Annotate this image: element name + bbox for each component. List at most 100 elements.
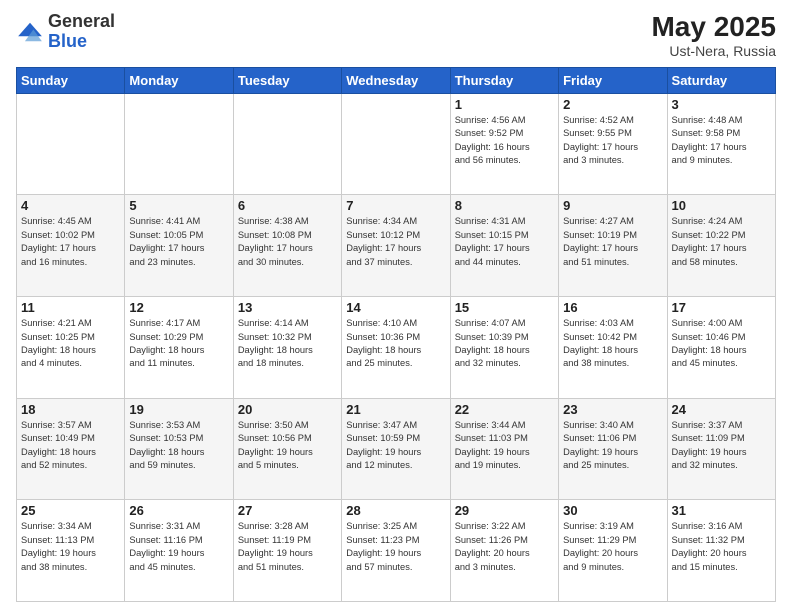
day-number: 17 [672, 300, 771, 315]
day-cell: 7 Sunrise: 4:34 AMSunset: 10:12 PMDayligh… [342, 195, 450, 297]
header-row: SundayMondayTuesdayWednesdayThursdayFrid… [17, 67, 776, 93]
col-header-wednesday: Wednesday [342, 67, 450, 93]
day-info: Sunrise: 4:27 AMSunset: 10:19 PMDaylight… [563, 215, 662, 269]
col-header-thursday: Thursday [450, 67, 558, 93]
day-cell: 2 Sunrise: 4:52 AMSunset: 9:55 PMDaylight… [559, 93, 667, 195]
week-row-4: 18 Sunrise: 3:57 AMSunset: 10:49 PMDaylig… [17, 398, 776, 500]
day-info: Sunrise: 3:34 AMSunset: 11:13 PMDaylight… [21, 520, 120, 574]
day-cell: 17Sunrise: 4:00 AMSunset: 10:46 PMDaylig… [667, 297, 775, 399]
title-month: May 2025 [651, 12, 776, 43]
logo-icon [16, 21, 44, 43]
col-header-saturday: Saturday [667, 67, 775, 93]
day-info: Sunrise: 3:47 AMSunset: 10:59 PMDaylight… [346, 419, 445, 473]
day-info: Sunrise: 3:25 AMSunset: 11:23 PMDaylight… [346, 520, 445, 574]
day-info: Sunrise: 3:50 AMSunset: 10:56 PMDaylight… [238, 419, 337, 473]
day-info: Sunrise: 4:41 AMSunset: 10:05 PMDaylight… [129, 215, 228, 269]
day-info: Sunrise: 3:22 AMSunset: 11:26 PMDaylight… [455, 520, 554, 574]
day-info: Sunrise: 3:40 AMSunset: 11:06 PMDaylight… [563, 419, 662, 473]
day-cell: 3Sunrise: 4:48 AMSunset: 9:58 PMDaylight… [667, 93, 775, 195]
day-cell: 27Sunrise: 3:28 AMSunset: 11:19 PMDaylig… [233, 500, 341, 602]
day-info: Sunrise: 4:45 AMSunset: 10:02 PMDaylight… [21, 215, 120, 269]
day-number: 5 [129, 198, 228, 213]
logo-blue: Blue [48, 31, 87, 51]
day-cell: 18 Sunrise: 3:57 AMSunset: 10:49 PMDaylig… [17, 398, 125, 500]
day-cell: 26Sunrise: 3:31 AMSunset: 11:16 PMDaylig… [125, 500, 233, 602]
logo-general: General [48, 11, 115, 31]
day-cell: 14 Sunrise: 4:10 AMSunset: 10:36 PMDaylig… [342, 297, 450, 399]
day-cell: 8 Sunrise: 4:31 AMSunset: 10:15 PMDayligh… [450, 195, 558, 297]
day-cell [233, 93, 341, 195]
day-cell: 6 Sunrise: 4:38 AMSunset: 10:08 PMDayligh… [233, 195, 341, 297]
day-cell: 11 Sunrise: 4:21 AMSunset: 10:25 PMDaylig… [17, 297, 125, 399]
day-cell: 4 Sunrise: 4:45 AMSunset: 10:02 PMDayligh… [17, 195, 125, 297]
day-cell: 20Sunrise: 3:50 AMSunset: 10:56 PMDaylig… [233, 398, 341, 500]
day-number: 31 [672, 503, 771, 518]
day-number: 6 [238, 198, 337, 213]
day-info: Sunrise: 4:17 AMSunset: 10:29 PMDaylight… [129, 317, 228, 371]
day-number: 25 [21, 503, 120, 518]
logo-text: General Blue [48, 12, 115, 52]
day-info: Sunrise: 3:28 AMSunset: 11:19 PMDaylight… [238, 520, 337, 574]
week-row-3: 11 Sunrise: 4:21 AMSunset: 10:25 PMDaylig… [17, 297, 776, 399]
day-cell: 15 Sunrise: 4:07 AMSunset: 10:39 PMDaylig… [450, 297, 558, 399]
day-cell: 29 Sunrise: 3:22 AMSunset: 11:26 PMDaylig… [450, 500, 558, 602]
logo: General Blue [16, 12, 115, 52]
col-header-sunday: Sunday [17, 67, 125, 93]
calendar-table: SundayMondayTuesdayWednesdayThursdayFrid… [16, 67, 776, 602]
day-cell [17, 93, 125, 195]
day-cell [342, 93, 450, 195]
day-info: Sunrise: 3:57 AMSunset: 10:49 PMDaylight… [21, 419, 120, 473]
day-number: 16 [563, 300, 662, 315]
day-info: Sunrise: 4:48 AMSunset: 9:58 PMDaylight:… [672, 114, 771, 168]
day-cell: 21 Sunrise: 3:47 AMSunset: 10:59 PMDaylig… [342, 398, 450, 500]
day-info: Sunrise: 3:16 AMSunset: 11:32 PMDaylight… [672, 520, 771, 574]
day-cell: 10Sunrise: 4:24 AMSunset: 10:22 PMDaylig… [667, 195, 775, 297]
day-number: 29 [455, 503, 554, 518]
col-header-monday: Monday [125, 67, 233, 93]
day-number: 1 [455, 97, 554, 112]
day-info: Sunrise: 4:56 AMSunset: 9:52 PMDaylight:… [455, 114, 554, 168]
day-cell: 1 Sunrise: 4:56 AMSunset: 9:52 PMDaylight… [450, 93, 558, 195]
day-cell: 13Sunrise: 4:14 AMSunset: 10:32 PMDaylig… [233, 297, 341, 399]
day-number: 14 [346, 300, 445, 315]
day-number: 19 [129, 402, 228, 417]
day-number: 7 [346, 198, 445, 213]
page: General Blue May 2025 Ust-Nera, Russia S… [0, 0, 792, 612]
day-cell: 24 Sunrise: 3:37 AMSunset: 11:09 PMDaylig… [667, 398, 775, 500]
day-number: 21 [346, 402, 445, 417]
day-number: 2 [563, 97, 662, 112]
day-info: Sunrise: 4:21 AMSunset: 10:25 PMDaylight… [21, 317, 120, 371]
day-number: 8 [455, 198, 554, 213]
day-number: 9 [563, 198, 662, 213]
day-info: Sunrise: 4:38 AMSunset: 10:08 PMDaylight… [238, 215, 337, 269]
day-info: Sunrise: 4:34 AMSunset: 10:12 PMDaylight… [346, 215, 445, 269]
week-row-1: 1 Sunrise: 4:56 AMSunset: 9:52 PMDaylight… [17, 93, 776, 195]
title-location: Ust-Nera, Russia [651, 43, 776, 59]
day-info: Sunrise: 4:31 AMSunset: 10:15 PMDaylight… [455, 215, 554, 269]
day-info: Sunrise: 4:03 AMSunset: 10:42 PMDaylight… [563, 317, 662, 371]
header: General Blue May 2025 Ust-Nera, Russia [16, 12, 776, 59]
day-cell: 12Sunrise: 4:17 AMSunset: 10:29 PMDaylig… [125, 297, 233, 399]
col-header-friday: Friday [559, 67, 667, 93]
day-number: 18 [21, 402, 120, 417]
day-cell: 31 Sunrise: 3:16 AMSunset: 11:32 PMDaylig… [667, 500, 775, 602]
day-number: 4 [21, 198, 120, 213]
day-cell: 23 Sunrise: 3:40 AMSunset: 11:06 PMDaylig… [559, 398, 667, 500]
week-row-2: 4 Sunrise: 4:45 AMSunset: 10:02 PMDayligh… [17, 195, 776, 297]
day-cell [125, 93, 233, 195]
day-cell: 30Sunrise: 3:19 AMSunset: 11:29 PMDaylig… [559, 500, 667, 602]
day-info: Sunrise: 4:52 AMSunset: 9:55 PMDaylight:… [563, 114, 662, 168]
day-cell: 25 Sunrise: 3:34 AMSunset: 11:13 PMDaylig… [17, 500, 125, 602]
day-cell: 5 Sunrise: 4:41 AMSunset: 10:05 PMDayligh… [125, 195, 233, 297]
day-info: Sunrise: 4:10 AMSunset: 10:36 PMDaylight… [346, 317, 445, 371]
day-number: 24 [672, 402, 771, 417]
day-info: Sunrise: 4:24 AMSunset: 10:22 PMDaylight… [672, 215, 771, 269]
day-info: Sunrise: 3:37 AMSunset: 11:09 PMDaylight… [672, 419, 771, 473]
day-number: 11 [21, 300, 120, 315]
day-number: 26 [129, 503, 228, 518]
day-number: 15 [455, 300, 554, 315]
day-cell: 22Sunrise: 3:44 AMSunset: 11:03 PMDaylig… [450, 398, 558, 500]
day-number: 23 [563, 402, 662, 417]
day-info: Sunrise: 4:07 AMSunset: 10:39 PMDaylight… [455, 317, 554, 371]
day-cell: 19Sunrise: 3:53 AMSunset: 10:53 PMDaylig… [125, 398, 233, 500]
